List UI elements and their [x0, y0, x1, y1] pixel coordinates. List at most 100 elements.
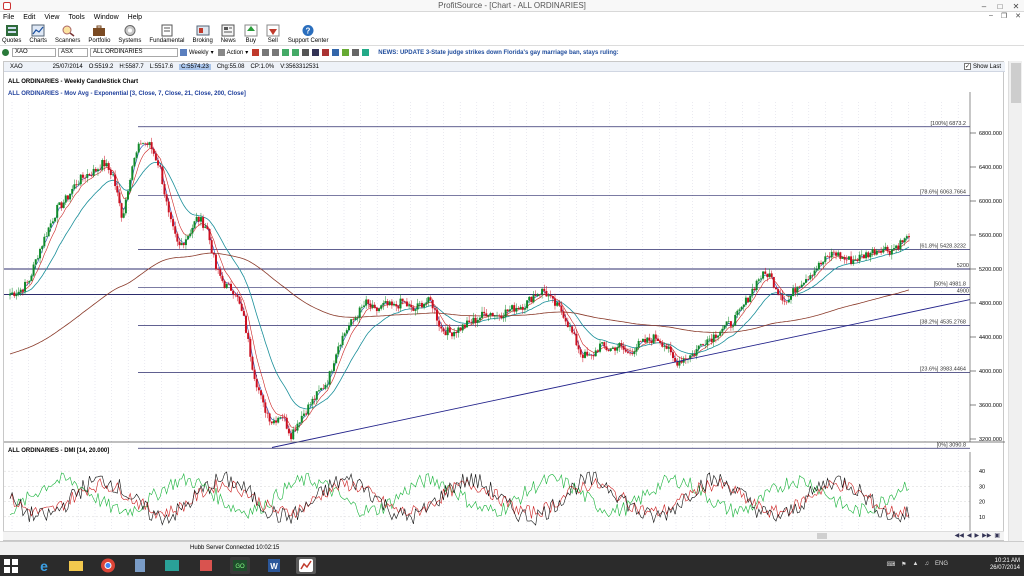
- candle-body: [268, 413, 271, 422]
- zoom-out-icon[interactable]: [292, 49, 300, 56]
- candle-body: [463, 324, 466, 328]
- internet-explorer-icon[interactable]: e: [34, 557, 54, 574]
- candle-body: [75, 184, 78, 186]
- candle-body: [792, 288, 795, 296]
- next-icon[interactable]: [272, 49, 280, 56]
- close-icon[interactable]: ✕: [1008, 0, 1024, 12]
- word-icon[interactable]: W: [264, 557, 284, 574]
- chrome-icon[interactable]: [98, 557, 118, 574]
- next-page-icon[interactable]: ▶: [974, 532, 979, 539]
- candle-body: [669, 346, 672, 353]
- file-explorer-icon[interactable]: [66, 557, 86, 574]
- buy-label: Buy: [245, 38, 256, 44]
- draw-line-icon[interactable]: [312, 49, 320, 56]
- candle-body: [348, 325, 351, 331]
- compare-icon[interactable]: [342, 49, 350, 56]
- period-dropdown[interactable]: Weekly ▾: [180, 49, 214, 56]
- security-name-field[interactable]: ALL ORDINARIES: [90, 48, 178, 57]
- link-icon[interactable]: [2, 49, 9, 56]
- network-icon[interactable]: ▲: [913, 561, 919, 568]
- language-indicator[interactable]: ENG: [935, 561, 948, 568]
- symbol-input[interactable]: XAO: [12, 48, 56, 57]
- prev-page-icon[interactable]: ◀: [967, 532, 972, 539]
- clock-time: 10:21 AM: [994, 558, 1020, 564]
- zoom-in-icon[interactable]: [282, 49, 290, 56]
- candle-body: [729, 321, 732, 327]
- menu-tools[interactable]: Tools: [68, 14, 84, 21]
- candle-body: [79, 174, 82, 185]
- first-icon[interactable]: ◀◀: [955, 532, 964, 539]
- snipping-tool-icon[interactable]: [162, 557, 182, 574]
- charts-button[interactable]: Charts: [29, 24, 47, 45]
- quote-strip: XAO 25/07/2014 O:5519.2 H:5587.7 L:5517.…: [4, 62, 1005, 72]
- candle-body: [234, 293, 237, 296]
- zoom-fit-icon[interactable]: ▣: [994, 532, 1000, 539]
- candle-body: [596, 350, 599, 352]
- news-button[interactable]: News: [221, 24, 236, 45]
- status-bar: Hubb Server Connected 10:02:15: [0, 541, 1024, 555]
- minimize-icon[interactable]: –: [976, 0, 992, 12]
- last-icon[interactable]: ▶▶: [982, 532, 991, 539]
- sell-button[interactable]: Sell: [266, 24, 280, 45]
- maximize-icon[interactable]: □: [992, 0, 1008, 12]
- calculator-icon[interactable]: [130, 557, 150, 574]
- hscroll-thumb[interactable]: [817, 533, 827, 539]
- quotes-button[interactable]: Quotes: [2, 24, 21, 45]
- candle-body: [298, 422, 301, 424]
- trading-app-icon[interactable]: GO: [230, 557, 250, 574]
- mdi-minimize-icon[interactable]: –: [989, 12, 993, 20]
- media-icon[interactable]: [196, 557, 216, 574]
- mdi-restore-icon[interactable]: ❐: [1001, 12, 1007, 20]
- candle-body: [605, 346, 608, 351]
- broking-button[interactable]: Broking: [192, 24, 213, 45]
- exchange-input[interactable]: ASX: [58, 48, 88, 57]
- flag-icon[interactable]: ⚑: [901, 561, 906, 568]
- action-dropdown[interactable]: Action ▾: [217, 49, 248, 56]
- menu-file[interactable]: File: [3, 14, 14, 21]
- portfolio-button[interactable]: Portfolio: [88, 24, 110, 45]
- candle-body: [36, 258, 39, 260]
- horizontal-scrollbar[interactable]: ◀◀ ◀ ▶ ▶▶ ▣: [3, 531, 1004, 540]
- candle-body: [146, 143, 149, 145]
- crosshair-icon[interactable]: [302, 49, 310, 56]
- candle-body: [538, 294, 541, 296]
- down-arrow-icon[interactable]: [252, 49, 260, 56]
- menu-window[interactable]: Window: [94, 14, 119, 21]
- candle-body: [184, 239, 187, 246]
- windows-start-icon[interactable]: [4, 559, 18, 573]
- clock[interactable]: 10:21 AM 26/07/2014: [990, 558, 1020, 572]
- menu-edit[interactable]: Edit: [23, 14, 35, 21]
- indicator-icon[interactable]: [322, 49, 330, 56]
- support-center-button[interactable]: ? Support Center: [288, 24, 329, 45]
- candle-body: [114, 174, 117, 187]
- vertical-scrollbar[interactable]: [1008, 61, 1022, 541]
- candle-body: [697, 345, 700, 350]
- menu-help[interactable]: Help: [128, 14, 142, 21]
- buy-button[interactable]: Buy: [244, 24, 258, 45]
- candle-body: [30, 275, 33, 281]
- print-icon[interactable]: [352, 49, 360, 56]
- template-icon[interactable]: [332, 49, 340, 56]
- fundamental-button[interactable]: Fundamental: [149, 24, 184, 45]
- candle-body: [888, 251, 891, 255]
- candle-body: [472, 317, 475, 324]
- systems-button[interactable]: Systems: [118, 24, 141, 45]
- price-chart[interactable]: ALL ORDINARIES - Weekly CandleStick Char…: [4, 72, 1005, 541]
- news-ticker[interactable]: NEWS: UPDATE 3-State judge strikes down …: [378, 50, 618, 56]
- candle-body: [56, 204, 59, 218]
- mdi-close-icon[interactable]: ✕: [1015, 12, 1021, 20]
- candle-body: [232, 290, 235, 294]
- scanners-button[interactable]: Scanners: [55, 24, 80, 45]
- scroll-thumb[interactable]: [1011, 63, 1021, 103]
- menu-view[interactable]: View: [44, 14, 59, 21]
- profitsource-task-icon[interactable]: [296, 557, 316, 574]
- candle-body: [483, 311, 486, 314]
- keyboard-icon[interactable]: ⌨: [886, 561, 895, 568]
- refresh-icon[interactable]: [362, 49, 370, 56]
- candle-body: [457, 327, 460, 333]
- candle-body: [442, 328, 445, 332]
- candle-body: [661, 342, 664, 347]
- show-last-checkbox[interactable]: ✓ Show Last: [958, 63, 1001, 70]
- volume-icon[interactable]: ♫: [924, 561, 929, 568]
- prev-icon[interactable]: [262, 49, 270, 56]
